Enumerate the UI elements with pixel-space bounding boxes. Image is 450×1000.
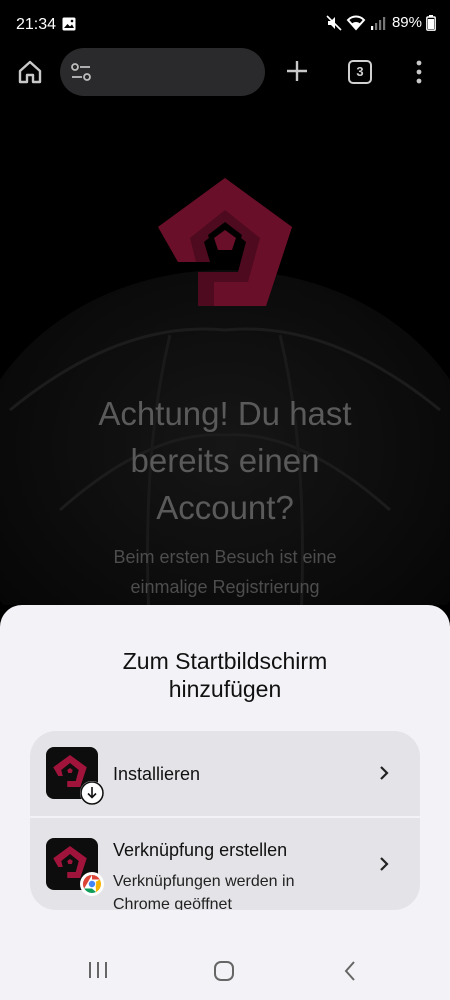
subtext-line: Beim ersten Besuch ist eine: [113, 547, 337, 567]
brand-logo: [158, 178, 292, 306]
system-navigation-bar: [0, 940, 450, 1000]
install-option[interactable]: Installieren: [30, 731, 420, 816]
page-headline: Achtung! Du hast bereits einen Account?: [30, 390, 420, 531]
create-shortcut-label: Verknüpfung erstellen: [113, 840, 288, 860]
status-time: 21:34: [16, 16, 57, 33]
home-icon[interactable]: [16, 58, 44, 86]
back-icon[interactable]: [343, 960, 357, 982]
options-card: Installieren Verknüpfung erstellen Verkn…: [30, 731, 420, 910]
tune-icon[interactable]: [70, 62, 92, 82]
chevron-right-icon: [380, 857, 389, 871]
chevron-right-icon: [380, 766, 389, 780]
install-label: Installieren: [113, 764, 201, 784]
browser-toolbar: 3: [0, 46, 450, 98]
home-nav-icon[interactable]: [213, 960, 235, 982]
mute-icon: [326, 14, 342, 31]
add-icon[interactable]: [284, 58, 310, 84]
download-badge-icon: [80, 781, 104, 805]
headline-line: Account?: [156, 489, 294, 526]
app-logo-icon: [53, 846, 87, 878]
create-shortcut-option[interactable]: Verknüpfung erstellen Verknüpfungen werd…: [30, 818, 420, 910]
sheet-title-line: Zum Startbildschirm: [122, 648, 328, 674]
signal-icon: [370, 16, 386, 30]
headline-line: Achtung! Du hast: [98, 395, 352, 432]
description-line: Chrome geöffnet: [113, 896, 232, 910]
battery-icon: [426, 14, 436, 31]
wifi-icon: [346, 15, 366, 31]
chrome-badge-icon: [80, 872, 104, 896]
description-line: Verknüpfungen werden in: [113, 873, 295, 890]
address-bar[interactable]: [60, 48, 265, 96]
subtext-line: einmalige Registrierung: [130, 577, 320, 597]
battery-percentage: 89%: [391, 14, 422, 31]
gallery-icon: [62, 17, 76, 31]
app-icon: [46, 747, 104, 805]
status-icons: 89%: [326, 14, 436, 31]
headline-line: bereits einen: [130, 442, 320, 479]
more-vert-icon[interactable]: [414, 58, 424, 86]
page-subtext: Beim ersten Besuch ist eine einmalige Re…: [30, 542, 420, 602]
create-shortcut-description: Verknüpfungen werden in Chrome geöffnet: [113, 870, 343, 910]
recents-icon[interactable]: [86, 960, 110, 980]
status-bar: 21:34 89%: [0, 0, 450, 50]
sheet-title: Zum Startbildschirm hinzufügen: [40, 647, 410, 703]
tab-switcher-button[interactable]: 3: [348, 60, 372, 84]
app-icon: [46, 838, 104, 896]
page-content: Achtung! Du hast bereits einen Account? …: [0, 100, 450, 605]
app-logo-icon: [53, 755, 87, 787]
sheet-title-line: hinzufügen: [168, 676, 282, 702]
